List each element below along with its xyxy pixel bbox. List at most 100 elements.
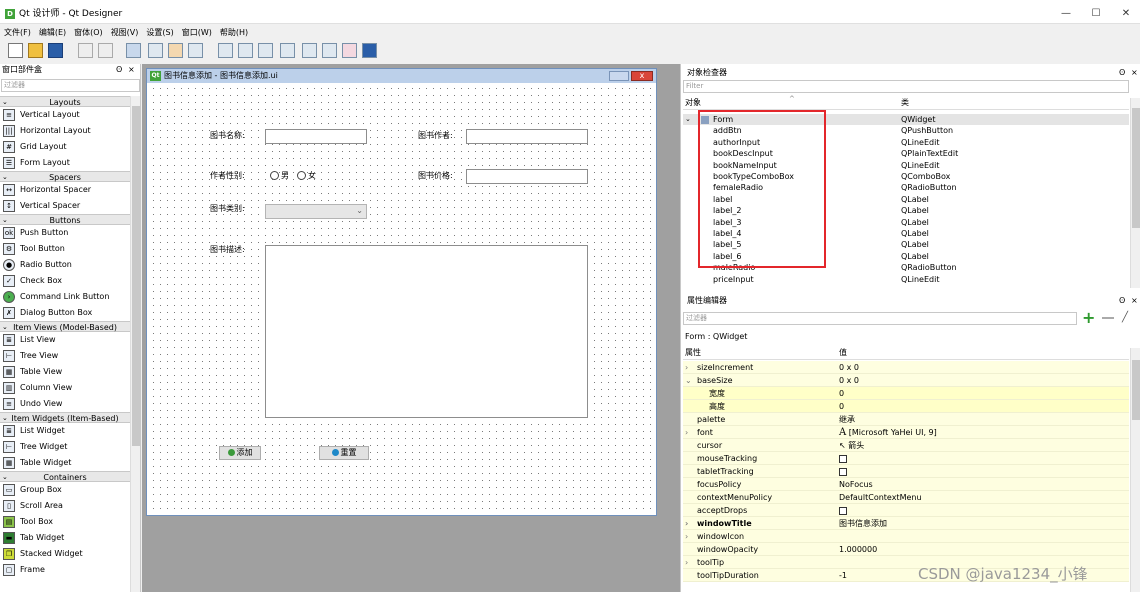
form-canvas[interactable]: 图书名称: 图书作者: 作者性别: 男 女 图书价格: 图书类别: ⌄ 图书描述… [150,85,654,513]
menu-window[interactable]: 窗口(W) [178,26,216,40]
widget-horizontal-layout[interactable]: ||| Horizontal Layout [0,123,130,139]
property-row-palette[interactable]: palette 继承 [683,413,1129,426]
expand-icon[interactable]: ⌄ [685,374,692,387]
widget-table-view[interactable]: ▦ Table View [0,364,130,380]
menu-settings[interactable]: 设置(S) [142,26,177,40]
column-header-object[interactable]: 对象 [685,98,701,108]
layout-horizontal-icon[interactable] [218,43,233,58]
property-value[interactable]: A [Microsoft YaHei UI, 9] [839,426,937,439]
object-row[interactable]: priceInput QLineEdit [683,274,1129,285]
expand-icon[interactable]: › [685,517,688,530]
open-folder-icon[interactable] [28,43,43,58]
widget-radio-button[interactable]: ● Radio Button [0,257,130,273]
property-value[interactable]: ↖ 箭头 [839,439,864,452]
property-row-contextMenuPolicy[interactable]: contextMenuPolicy DefaultContextMenu [683,491,1129,504]
close-icon[interactable]: × [1131,67,1138,78]
bring-to-front-icon[interactable] [98,43,113,58]
property-row-windowOpacity[interactable]: windowOpacity 1.000000 [683,543,1129,556]
widget-frame[interactable]: ▢ Frame [0,562,130,578]
book-type-combobox[interactable]: ⌄ [265,204,367,219]
property-value[interactable]: 0 [839,400,844,413]
menu-file[interactable]: 文件(F) [0,26,35,40]
object-filter-input[interactable]: Filter [683,80,1129,93]
property-row-sizeIncrement[interactable]: › sizeIncrement 0 x 0 [683,361,1129,374]
property-editor-scrollbar[interactable] [1130,348,1140,592]
category-spacers[interactable]: ⌄ Spacers [0,171,130,182]
widget-dialog-button-box[interactable]: ✗ Dialog Button Box [0,305,130,321]
property-value[interactable]: 0 x 0 [839,374,859,387]
property-value[interactable] [839,465,847,478]
property-value[interactable]: DefaultContextMenu [839,491,922,504]
property-value[interactable]: 继承 [839,413,855,426]
form-minimize-button[interactable] [609,71,629,81]
form-title-bar[interactable]: Qt 图书信息添加 - 图书信息添加.ui x [147,69,656,83]
menu-help[interactable]: 帮助(H) [216,26,252,40]
float-icon[interactable]: ʘ [1119,67,1125,78]
property-row-baseSize[interactable]: ⌄ baseSize 0 x 0 [683,374,1129,387]
layout-vertical-splitter-icon[interactable] [280,43,295,58]
widget-tool-button[interactable]: ⚙ Tool Button [0,241,130,257]
scroll-thumb[interactable] [132,106,140,446]
break-layout-icon[interactable] [342,43,357,58]
book-desc-input[interactable] [265,245,588,418]
widget-stacked-widget[interactable]: ❐ Stacked Widget [0,546,130,562]
layout-horizontal-splitter-icon[interactable] [258,43,273,58]
property-value[interactable]: 0 [839,387,844,400]
column-header-value[interactable]: 值 [839,348,847,358]
widget-undo-view[interactable]: ≡ Undo View [0,396,130,412]
configure-wrench-icon[interactable]: ╱ [1122,312,1136,324]
edit-buddies-icon[interactable] [168,43,183,58]
property-value[interactable]: 图书信息添加 [839,517,887,530]
property-row-tabletTracking[interactable]: tabletTracking [683,465,1129,478]
edit-widgets-icon[interactable] [126,43,141,58]
object-inspector-scrollbar[interactable] [1130,98,1140,288]
property-value[interactable] [839,504,847,517]
widget-vertical-spacer[interactable]: ↕ Vertical Spacer [0,198,130,214]
save-icon[interactable] [48,43,63,58]
column-header-class[interactable]: 类 [901,98,909,108]
widget-tree-view[interactable]: ⊢ Tree View [0,348,130,364]
adjust-size-icon[interactable] [362,43,377,58]
add-button[interactable]: 添加 [219,446,261,460]
expand-icon[interactable]: › [685,426,688,439]
add-property-icon[interactable]: + [1082,310,1096,326]
close-icon[interactable]: × [1131,295,1138,306]
book-name-input[interactable] [265,129,367,144]
widget-filter-input[interactable]: 过滤器 [1,79,140,92]
property-value[interactable]: NoFocus [839,478,873,491]
float-icon[interactable]: ʘ [1119,295,1125,306]
edit-signals-slots-icon[interactable] [148,43,163,58]
property-row-acceptDrops[interactable]: acceptDrops [683,504,1129,517]
scroll-thumb[interactable] [1132,108,1140,228]
widget-list-view[interactable]: ≣ List View [0,332,130,348]
author-input[interactable] [466,129,588,144]
column-header-property[interactable]: 属性 [685,348,701,358]
scroll-thumb[interactable] [1132,360,1140,420]
layout-vertical-icon[interactable] [238,43,253,58]
widget-horizontal-spacer[interactable]: ↔ Horizontal Spacer [0,182,130,198]
property-row-windowIcon[interactable]: › windowIcon [683,530,1129,543]
category-buttons[interactable]: ⌄ Buttons [0,214,130,225]
widget-tab-widget[interactable]: ▬ Tab Widget [0,530,130,546]
property-value[interactable]: 0 x 0 [839,361,859,374]
property-row-height[interactable]: 高度 0 [683,400,1129,413]
tablet-tracking-checkbox[interactable] [839,467,847,476]
property-row-focusPolicy[interactable]: focusPolicy NoFocus [683,478,1129,491]
property-value[interactable]: -1 [839,569,847,582]
category-item-widgets[interactable]: ⌄ Item Widgets (Item-Based) [0,412,130,423]
widget-table-widget[interactable]: ▦ Table Widget [0,455,130,471]
widget-command-link-button[interactable]: › Command Link Button [0,289,130,305]
widget-column-view[interactable]: ▥ Column View [0,380,130,396]
close-button[interactable]: ✕ [1116,7,1136,21]
widget-group-box[interactable]: ▭ Group Box [0,482,130,498]
property-value[interactable]: 1.000000 [839,543,877,556]
widget-box-scrollbar[interactable] [130,96,140,592]
widget-tree-widget[interactable]: ⊢ Tree Widget [0,439,130,455]
property-row-width[interactable]: 宽度 0 [683,387,1129,400]
minimize-button[interactable]: — [1056,7,1076,21]
layout-form-icon[interactable] [322,43,337,58]
female-radio[interactable]: 女 [297,171,316,181]
new-file-icon[interactable] [8,43,23,58]
widget-form-layout[interactable]: ☰ Form Layout [0,155,130,171]
property-row-windowTitle[interactable]: › windowTitle 图书信息添加 [683,517,1129,530]
